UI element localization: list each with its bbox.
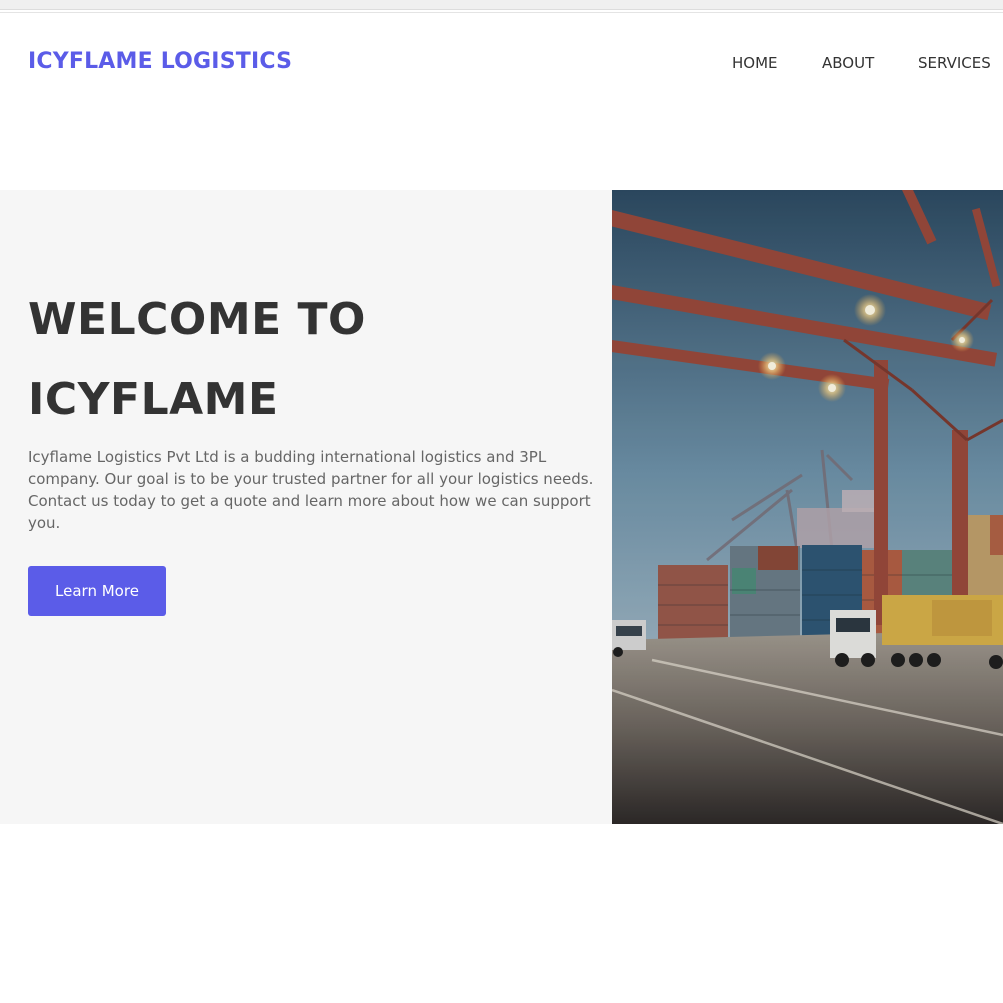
hero-description: Icyflame Logistics Pvt Ltd is a budding …: [28, 448, 594, 532]
port-terminal-illustration: [612, 190, 1003, 824]
browser-top-strip: [0, 0, 1003, 10]
site-header: ICYFLAME LOGISTICS HOME ABOUT SERVICES: [0, 13, 1003, 113]
hero-image: [612, 190, 1003, 824]
learn-more-button[interactable]: Learn More: [28, 566, 166, 616]
hero-section: WELCOME TO ICYFLAME Icyflame Logistics P…: [0, 190, 1003, 824]
nav-home[interactable]: HOME: [732, 54, 778, 72]
nav-about[interactable]: ABOUT: [822, 54, 874, 72]
hero-title-line-2: ICYFLAME: [28, 374, 279, 425]
hero-title: WELCOME TO ICYFLAME: [28, 280, 366, 440]
hero-title-line-1: WELCOME TO: [28, 294, 366, 345]
site-logo[interactable]: ICYFLAME LOGISTICS: [28, 49, 292, 74]
nav-services[interactable]: SERVICES: [918, 54, 991, 72]
